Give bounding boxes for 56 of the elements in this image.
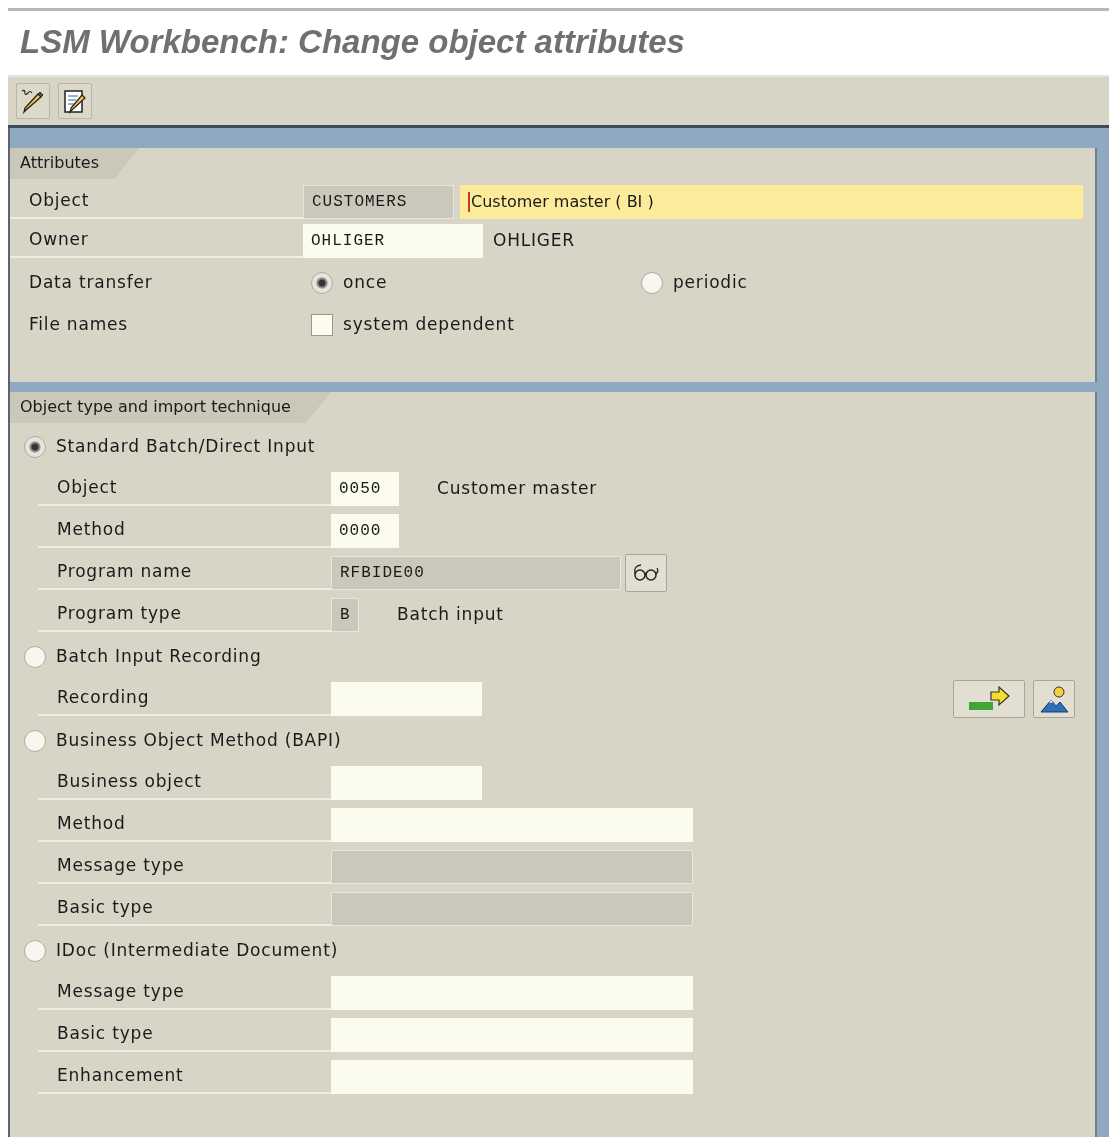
field-label: Basic type <box>38 892 331 926</box>
input-field[interactable]: 0050 <box>331 472 399 506</box>
field-label: Data transfer <box>28 270 154 294</box>
owner-name: OHLIGER <box>492 228 575 252</box>
arrow-button[interactable] <box>953 680 1025 718</box>
input-field: RFBIDE00 <box>331 556 621 590</box>
field-label: File names <box>28 312 129 336</box>
input-field[interactable] <box>331 976 693 1010</box>
radio-button[interactable] <box>24 940 46 962</box>
object-field: CUSTOMERS <box>303 184 454 219</box>
radio-button[interactable] <box>641 271 663 294</box>
field-label: Program name <box>38 556 331 590</box>
field-label: Message type <box>38 850 331 884</box>
landscape-button[interactable] <box>1033 680 1075 718</box>
checkbox-label: system dependent <box>342 312 515 336</box>
input-field[interactable] <box>331 1060 693 1094</box>
option-label: Batch Input Recording <box>55 645 262 669</box>
input-field[interactable]: 0000 <box>331 514 399 548</box>
field-label: Object <box>38 472 331 506</box>
field-label: Business object <box>38 766 331 800</box>
input-field: B <box>331 598 359 632</box>
radio-button[interactable] <box>24 436 46 458</box>
radio-button[interactable] <box>24 646 46 668</box>
owner-field[interactable]: OHLIGER <box>303 223 483 258</box>
field-label: Recording <box>38 682 331 716</box>
pencil-icon-button[interactable] <box>16 83 50 119</box>
field-label: Message type <box>38 976 331 1010</box>
field-label: Enhancement <box>38 1060 331 1094</box>
landscape-icon <box>1039 684 1069 714</box>
pencil-icon <box>20 88 46 114</box>
radio-button[interactable] <box>24 730 46 752</box>
option-label: Standard Batch/Direct Input <box>55 435 316 459</box>
description-field[interactable]: Customer master ( BI ) <box>460 184 1083 219</box>
field-label: Object <box>10 184 303 219</box>
option-label: once <box>342 270 388 294</box>
glasses-button[interactable] <box>625 554 667 592</box>
field-description: Batch input <box>396 603 504 627</box>
document-pencil-icon <box>62 88 88 114</box>
input-field[interactable] <box>331 682 482 716</box>
field-label: Basic type <box>38 1018 331 1052</box>
edit-document-button[interactable] <box>58 83 92 119</box>
glasses-icon <box>631 562 661 584</box>
radio-button[interactable] <box>311 271 333 294</box>
input-field[interactable] <box>331 766 482 800</box>
field-label: Program type <box>38 598 331 632</box>
option-label: IDoc (Intermediate Document) <box>55 939 339 963</box>
field-label: Owner <box>10 223 303 258</box>
field-label: Method <box>38 514 331 548</box>
arrow-icon <box>967 686 1011 712</box>
field-description: Customer master <box>436 477 597 501</box>
option-label: Business Object Method (BAPI) <box>55 729 342 753</box>
option-label: periodic <box>672 270 748 294</box>
checkbox[interactable] <box>311 313 333 336</box>
input-field[interactable] <box>331 808 693 842</box>
input-field[interactable] <box>331 1018 693 1052</box>
field-label: Method <box>38 808 331 842</box>
